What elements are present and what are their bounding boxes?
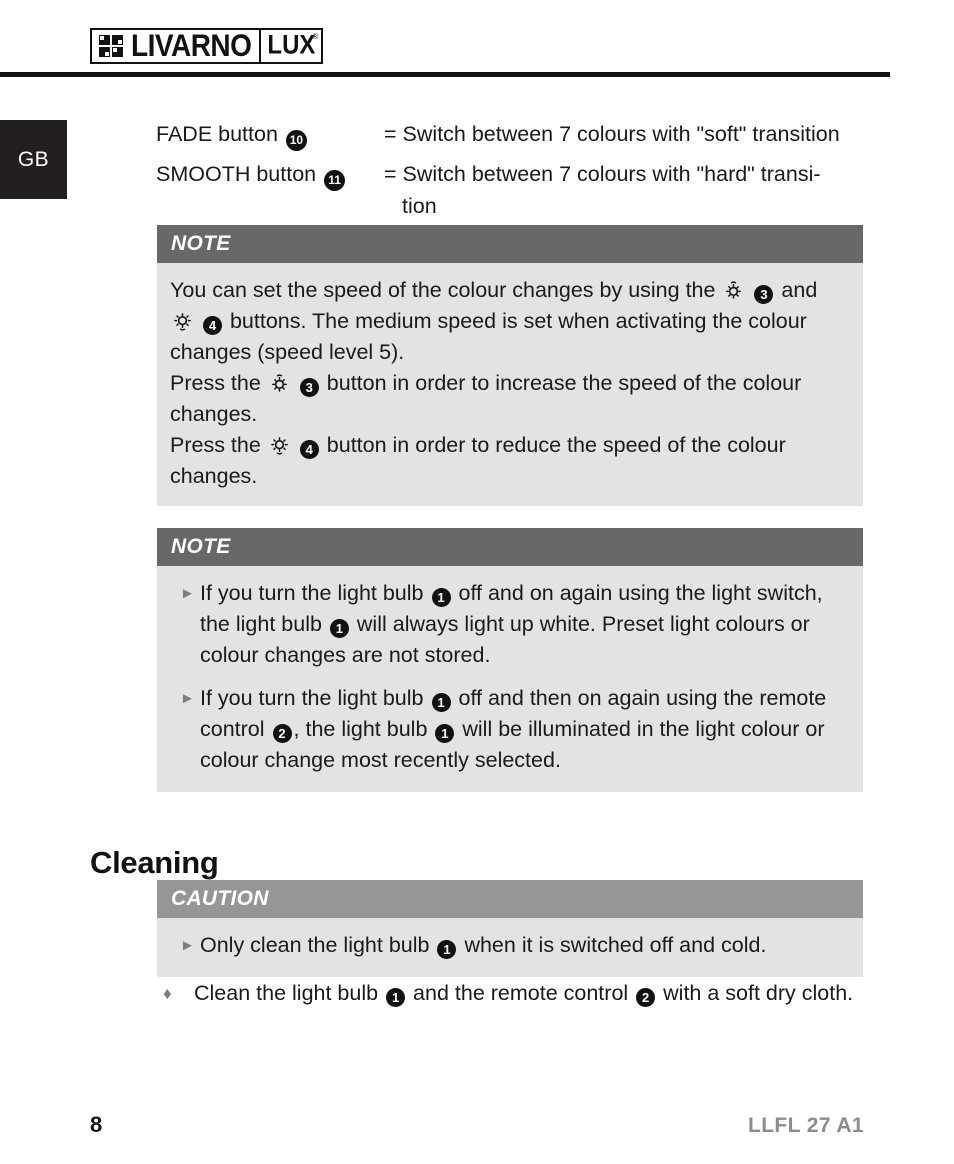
caution-box: CAUTION ► Only clean the light bulb 1 wh… — [157, 880, 863, 977]
caution-text-fragment: Only clean the light bulb — [200, 933, 430, 957]
country-tab-label: GB — [17, 147, 50, 171]
button-definition-list: FADE button 10 = Switch between 7 colour… — [156, 114, 876, 222]
brightness-down-icon — [172, 311, 193, 332]
definition-term-smooth: SMOOTH button 11 — [156, 154, 384, 194]
note-box-title: NOTE — [171, 535, 231, 558]
page-title-cleaning: Cleaning — [90, 844, 219, 880]
bullet-triangle-icon: ► — [180, 585, 195, 602]
registered-trademark-icon: ® — [312, 32, 319, 41]
reference-marker-11: 11 — [324, 170, 346, 191]
definition-row-smooth: SMOOTH button 11 = Switch between 7 colo… — [156, 154, 876, 222]
note-box-light-bulb: NOTE ► If you turn the light bulb 1 off … — [157, 528, 863, 792]
note-text-fragment: Press the — [170, 433, 261, 457]
livarno-lux-logo: LIVARNO LUX ® — [90, 28, 324, 64]
reference-marker-3: 3 — [754, 285, 774, 304]
reference-marker-10: 10 — [285, 130, 307, 151]
reference-marker-1: 1 — [435, 724, 455, 743]
note-text-fragment: You can set the speed of the colour chan… — [170, 278, 716, 302]
logo-primary-block: LIVARNO — [90, 28, 262, 64]
note-box-title: NOTE — [171, 232, 231, 255]
reference-marker-1: 1 — [431, 588, 451, 607]
document-model-code: LLFL 27 A1 — [747, 1114, 864, 1137]
reference-marker-1: 1 — [431, 693, 451, 712]
caution-text-fragment: when it is switched off and cold. — [464, 933, 767, 957]
page-footer: 8 LLFL 27 A1 — [0, 1112, 954, 1152]
definition-description: Switch between 7 colours with "hard" tra… — [402, 162, 821, 186]
reference-marker-4: 4 — [202, 316, 222, 335]
brightness-up-icon — [723, 280, 744, 301]
reference-marker-2: 2 — [636, 988, 656, 1007]
definition-description-continued: tion — [402, 194, 437, 218]
note-text-fragment: and — [781, 278, 818, 302]
caution-box-title: CAUTION — [171, 887, 269, 910]
list-item: ► If you turn the light bulb 1 off and o… — [170, 578, 847, 671]
note-box-speed: NOTE You can set the speed of the colour… — [157, 225, 863, 506]
note-text-fragment: button in order to increase the speed of… — [170, 371, 802, 426]
note-text-fragment: If you turn the light bulb — [200, 686, 424, 710]
definition-text-fade: = Switch between 7 colours with "soft" t… — [384, 114, 876, 150]
brightness-up-icon — [269, 373, 290, 394]
note-text-fragment: If you turn the light bulb — [200, 581, 424, 605]
note-box-header: NOTE — [157, 225, 863, 263]
brand-name: LIVARNO — [131, 28, 252, 63]
reference-marker-2: 2 — [272, 724, 292, 743]
country-tab-gb: GB — [0, 120, 67, 199]
note-paragraph-3: Press the 4 button in order to reduce th… — [170, 430, 847, 492]
instruction-text-fragment: and the remote control — [413, 981, 629, 1005]
caution-box-body: ► Only clean the light bulb 1 when it is… — [157, 918, 863, 977]
note-box-header: NOTE — [157, 528, 863, 566]
livarno-grid-icon — [99, 35, 123, 57]
note-text-fragment: button in order to reduce the speed of t… — [170, 433, 786, 488]
reference-marker-4: 4 — [299, 440, 319, 459]
definition-term-label: FADE button — [156, 122, 278, 146]
definition-term-label: SMOOTH button — [156, 162, 317, 186]
reference-marker-1: 1 — [437, 940, 457, 959]
note-text-fragment: , the light bulb — [293, 717, 428, 741]
reference-marker-1: 1 — [329, 619, 349, 638]
instruction-text-fragment: Clean the light bulb — [194, 981, 379, 1005]
instruction-text: Clean the light bulb 1 and the remote co… — [194, 978, 853, 1009]
note-box-body: ► If you turn the light bulb 1 off and o… — [157, 566, 863, 792]
reference-marker-1: 1 — [386, 988, 406, 1007]
definition-row-fade: FADE button 10 = Switch between 7 colour… — [156, 114, 876, 154]
note-paragraph-2: Press the 3 button in order to increase … — [170, 368, 847, 430]
note-text-fragment: Press the — [170, 371, 261, 395]
reference-marker-3: 3 — [299, 378, 319, 397]
page-header: LIVARNO LUX ® — [0, 0, 954, 78]
brightness-down-icon — [269, 435, 290, 456]
definition-term-fade: FADE button 10 — [156, 114, 384, 154]
logo-secondary-block: LUX ® — [261, 28, 324, 64]
instruction-text-fragment: with a soft dry cloth. — [663, 981, 854, 1005]
definition-separator: = — [384, 122, 397, 146]
list-item: ► If you turn the light bulb 1 off and t… — [170, 683, 847, 776]
list-item-text: Only clean the light bulb 1 when it is s… — [200, 930, 847, 961]
instruction-clean-bulb: ♦ Clean the light bulb 1 and the remote … — [157, 978, 917, 1009]
definition-separator: = — [384, 162, 397, 186]
note-box-body: You can set the speed of the colour chan… — [157, 263, 863, 506]
note-text-fragment: buttons. The medium speed is set when ac… — [170, 309, 807, 364]
note-paragraph-1: You can set the speed of the colour chan… — [170, 275, 847, 368]
definition-description: Switch between 7 colours with "soft" tra… — [402, 122, 840, 146]
list-item-text: If you turn the light bulb 1 off and the… — [200, 683, 847, 776]
definition-text-smooth: = Switch between 7 colours with "hard" t… — [384, 154, 876, 222]
list-item-text: If you turn the light bulb 1 off and on … — [200, 578, 847, 671]
list-item: ► Only clean the light bulb 1 when it is… — [170, 930, 847, 961]
header-divider — [0, 72, 890, 77]
bullet-diamond-icon: ♦ — [163, 984, 172, 1003]
bullet-triangle-icon: ► — [180, 937, 195, 954]
bullet-triangle-icon: ► — [180, 690, 195, 707]
brand-sub-name: LUX — [267, 30, 316, 61]
page-number: 8 — [90, 1112, 103, 1137]
caution-box-header: CAUTION — [157, 880, 863, 918]
